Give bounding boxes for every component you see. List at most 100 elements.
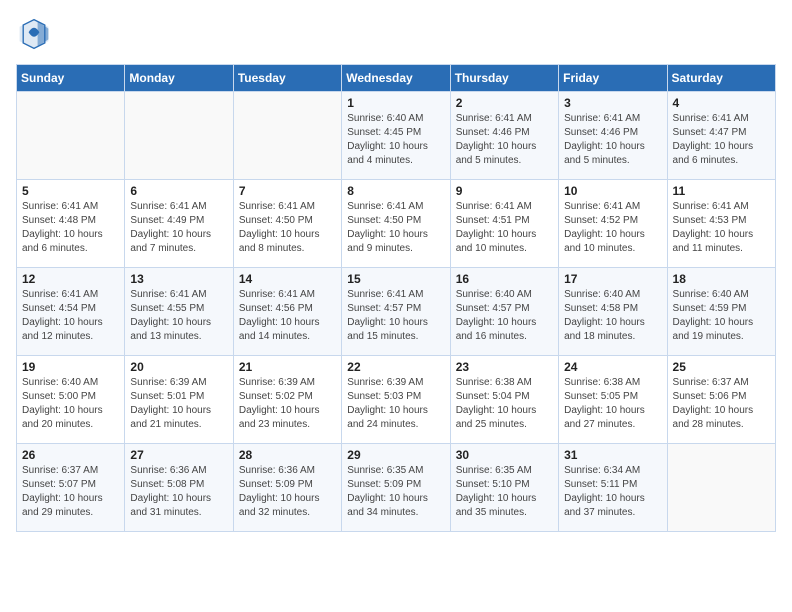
calendar-cell: 8 Sunrise: 6:41 AM Sunset: 4:50 PM Dayli… bbox=[342, 180, 450, 268]
calendar-cell: 6 Sunrise: 6:41 AM Sunset: 4:49 PM Dayli… bbox=[125, 180, 233, 268]
daylight: Daylight: 10 hours and 20 minutes. bbox=[22, 404, 119, 432]
sunset: Sunset: 4:57 PM bbox=[347, 302, 444, 316]
sunrise: Sunrise: 6:40 AM bbox=[22, 376, 119, 390]
day-number: 23 bbox=[456, 360, 553, 374]
calendar-cell: 10 Sunrise: 6:41 AM Sunset: 4:52 PM Dayl… bbox=[559, 180, 667, 268]
sunset: Sunset: 4:59 PM bbox=[673, 302, 770, 316]
day-number: 22 bbox=[347, 360, 444, 374]
calendar-cell: 21 Sunrise: 6:39 AM Sunset: 5:02 PM Dayl… bbox=[233, 356, 341, 444]
daylight: Daylight: 10 hours and 6 minutes. bbox=[22, 228, 119, 256]
sunset: Sunset: 4:47 PM bbox=[673, 126, 770, 140]
day-number: 18 bbox=[673, 272, 770, 286]
daylight: Daylight: 10 hours and 31 minutes. bbox=[130, 492, 227, 520]
sunrise: Sunrise: 6:37 AM bbox=[22, 464, 119, 478]
sunrise: Sunrise: 6:36 AM bbox=[239, 464, 336, 478]
daylight: Daylight: 10 hours and 10 minutes. bbox=[564, 228, 661, 256]
sunrise: Sunrise: 6:38 AM bbox=[564, 376, 661, 390]
calendar-cell: 7 Sunrise: 6:41 AM Sunset: 4:50 PM Dayli… bbox=[233, 180, 341, 268]
calendar-cell: 14 Sunrise: 6:41 AM Sunset: 4:56 PM Dayl… bbox=[233, 268, 341, 356]
sunrise: Sunrise: 6:36 AM bbox=[130, 464, 227, 478]
calendar-cell: 15 Sunrise: 6:41 AM Sunset: 4:57 PM Dayl… bbox=[342, 268, 450, 356]
day-number: 29 bbox=[347, 448, 444, 462]
calendar-header-row: SundayMondayTuesdayWednesdayThursdayFrid… bbox=[17, 65, 776, 92]
sunset: Sunset: 4:52 PM bbox=[564, 214, 661, 228]
day-number: 19 bbox=[22, 360, 119, 374]
day-number: 27 bbox=[130, 448, 227, 462]
sunset: Sunset: 4:51 PM bbox=[456, 214, 553, 228]
sunset: Sunset: 4:45 PM bbox=[347, 126, 444, 140]
sunrise: Sunrise: 6:41 AM bbox=[673, 112, 770, 126]
daylight: Daylight: 10 hours and 11 minutes. bbox=[673, 228, 770, 256]
day-number: 3 bbox=[564, 96, 661, 110]
column-header-saturday: Saturday bbox=[667, 65, 775, 92]
day-number: 8 bbox=[347, 184, 444, 198]
sunrise: Sunrise: 6:40 AM bbox=[347, 112, 444, 126]
calendar-week-row: 5 Sunrise: 6:41 AM Sunset: 4:48 PM Dayli… bbox=[17, 180, 776, 268]
daylight: Daylight: 10 hours and 28 minutes. bbox=[673, 404, 770, 432]
sunset: Sunset: 5:06 PM bbox=[673, 390, 770, 404]
calendar-cell: 20 Sunrise: 6:39 AM Sunset: 5:01 PM Dayl… bbox=[125, 356, 233, 444]
daylight: Daylight: 10 hours and 7 minutes. bbox=[130, 228, 227, 256]
day-number: 5 bbox=[22, 184, 119, 198]
daylight: Daylight: 10 hours and 24 minutes. bbox=[347, 404, 444, 432]
daylight: Daylight: 10 hours and 27 minutes. bbox=[564, 404, 661, 432]
sunset: Sunset: 5:09 PM bbox=[347, 478, 444, 492]
sunrise: Sunrise: 6:41 AM bbox=[564, 112, 661, 126]
sunrise: Sunrise: 6:35 AM bbox=[347, 464, 444, 478]
calendar-cell: 4 Sunrise: 6:41 AM Sunset: 4:47 PM Dayli… bbox=[667, 92, 775, 180]
day-number: 2 bbox=[456, 96, 553, 110]
sunrise: Sunrise: 6:40 AM bbox=[673, 288, 770, 302]
daylight: Daylight: 10 hours and 16 minutes. bbox=[456, 316, 553, 344]
calendar-cell: 17 Sunrise: 6:40 AM Sunset: 4:58 PM Dayl… bbox=[559, 268, 667, 356]
sunrise: Sunrise: 6:41 AM bbox=[673, 200, 770, 214]
sunrise: Sunrise: 6:34 AM bbox=[564, 464, 661, 478]
calendar-cell: 16 Sunrise: 6:40 AM Sunset: 4:57 PM Dayl… bbox=[450, 268, 558, 356]
day-number: 9 bbox=[456, 184, 553, 198]
sunset: Sunset: 4:58 PM bbox=[564, 302, 661, 316]
calendar-cell: 3 Sunrise: 6:41 AM Sunset: 4:46 PM Dayli… bbox=[559, 92, 667, 180]
daylight: Daylight: 10 hours and 29 minutes. bbox=[22, 492, 119, 520]
daylight: Daylight: 10 hours and 5 minutes. bbox=[456, 140, 553, 168]
daylight: Daylight: 10 hours and 25 minutes. bbox=[456, 404, 553, 432]
day-number: 11 bbox=[673, 184, 770, 198]
day-number: 6 bbox=[130, 184, 227, 198]
day-number: 28 bbox=[239, 448, 336, 462]
sunrise: Sunrise: 6:39 AM bbox=[130, 376, 227, 390]
daylight: Daylight: 10 hours and 13 minutes. bbox=[130, 316, 227, 344]
sunset: Sunset: 4:55 PM bbox=[130, 302, 227, 316]
sunset: Sunset: 5:05 PM bbox=[564, 390, 661, 404]
calendar-week-row: 1 Sunrise: 6:40 AM Sunset: 4:45 PM Dayli… bbox=[17, 92, 776, 180]
sunrise: Sunrise: 6:41 AM bbox=[22, 288, 119, 302]
daylight: Daylight: 10 hours and 21 minutes. bbox=[130, 404, 227, 432]
sunset: Sunset: 5:04 PM bbox=[456, 390, 553, 404]
day-number: 16 bbox=[456, 272, 553, 286]
daylight: Daylight: 10 hours and 18 minutes. bbox=[564, 316, 661, 344]
daylight: Daylight: 10 hours and 8 minutes. bbox=[239, 228, 336, 256]
calendar-cell: 22 Sunrise: 6:39 AM Sunset: 5:03 PM Dayl… bbox=[342, 356, 450, 444]
calendar-week-row: 26 Sunrise: 6:37 AM Sunset: 5:07 PM Dayl… bbox=[17, 444, 776, 532]
column-header-monday: Monday bbox=[125, 65, 233, 92]
day-number: 26 bbox=[22, 448, 119, 462]
day-number: 1 bbox=[347, 96, 444, 110]
calendar-cell: 5 Sunrise: 6:41 AM Sunset: 4:48 PM Dayli… bbox=[17, 180, 125, 268]
sunset: Sunset: 4:46 PM bbox=[456, 126, 553, 140]
page-header bbox=[16, 16, 776, 52]
calendar-cell bbox=[17, 92, 125, 180]
daylight: Daylight: 10 hours and 9 minutes. bbox=[347, 228, 444, 256]
sunrise: Sunrise: 6:41 AM bbox=[456, 112, 553, 126]
daylight: Daylight: 10 hours and 4 minutes. bbox=[347, 140, 444, 168]
day-number: 15 bbox=[347, 272, 444, 286]
sunset: Sunset: 4:50 PM bbox=[239, 214, 336, 228]
sunset: Sunset: 5:08 PM bbox=[130, 478, 227, 492]
sunrise: Sunrise: 6:35 AM bbox=[456, 464, 553, 478]
column-header-friday: Friday bbox=[559, 65, 667, 92]
sunset: Sunset: 4:56 PM bbox=[239, 302, 336, 316]
sunrise: Sunrise: 6:41 AM bbox=[564, 200, 661, 214]
sunset: Sunset: 5:07 PM bbox=[22, 478, 119, 492]
sunset: Sunset: 4:53 PM bbox=[673, 214, 770, 228]
sunset: Sunset: 4:50 PM bbox=[347, 214, 444, 228]
day-number: 25 bbox=[673, 360, 770, 374]
sunrise: Sunrise: 6:41 AM bbox=[130, 288, 227, 302]
day-number: 7 bbox=[239, 184, 336, 198]
column-header-wednesday: Wednesday bbox=[342, 65, 450, 92]
